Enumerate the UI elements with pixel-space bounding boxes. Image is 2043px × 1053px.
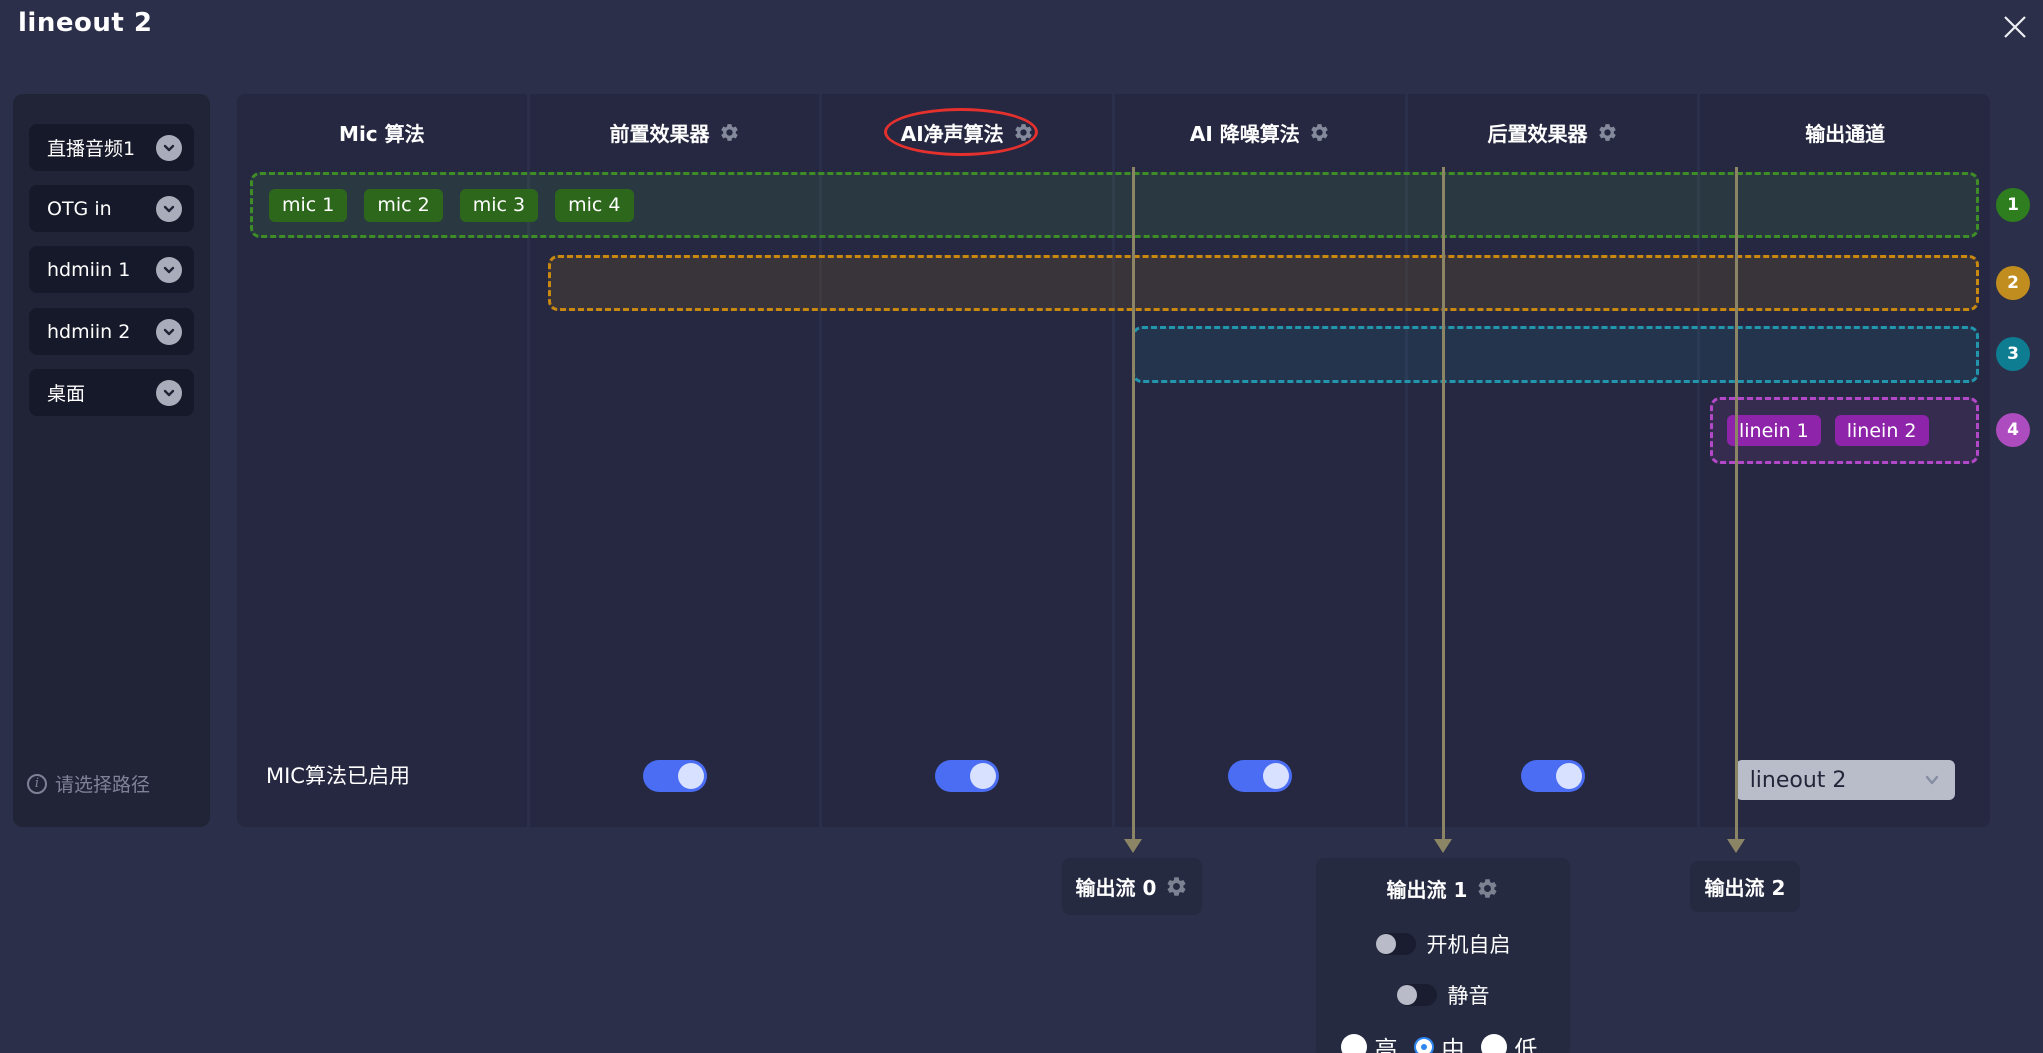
settings-gear-icon[interactable]	[1597, 122, 1618, 143]
close-icon	[2004, 16, 2026, 38]
column-title: AI 降噪算法	[1189, 122, 1300, 146]
column-header: 输出通道	[1700, 118, 1990, 147]
level-low-label: 低	[1514, 1037, 1538, 1053]
sidebar-item-label: hdmiin 2	[47, 320, 131, 343]
mic-algorithm-status: MIC算法已启用	[266, 764, 410, 788]
toggle-knob	[1555, 763, 1582, 789]
sidebar-item-label: 直播音频1	[47, 138, 136, 160]
route-row-1: mic 1 mic 2 mic 3 mic 4	[250, 172, 1979, 238]
chevron-down-icon	[156, 195, 182, 222]
settings-gear-icon[interactable]	[1309, 122, 1330, 143]
stream-1-arrow-icon	[1434, 839, 1452, 853]
chevron-down-icon	[156, 134, 182, 161]
close-button[interactable]	[1996, 8, 2034, 46]
settings-gear-icon[interactable]	[1013, 122, 1034, 143]
stream-0-flow-line	[1132, 167, 1135, 845]
stream-1-flow-line	[1442, 167, 1445, 845]
channel-chip[interactable]: mic 2	[364, 188, 443, 222]
route-row-3	[1132, 326, 1979, 383]
sidebar-item-hdmiin-2[interactable]: hdmiin 2	[29, 308, 194, 355]
sidebar-item-desktop[interactable]: 桌面	[29, 369, 194, 416]
select-path-hint: i 请选择路径	[27, 770, 150, 797]
settings-gear-icon[interactable]	[1165, 875, 1188, 898]
column-title: 后置效果器	[1487, 122, 1588, 146]
column-header: 前置效果器	[530, 118, 820, 147]
sidebar-item-label: 桌面	[47, 383, 86, 405]
autostart-toggle[interactable]	[1375, 933, 1416, 955]
stream-2-flow-line	[1735, 167, 1738, 845]
level-high-radio[interactable]	[1340, 1034, 1367, 1053]
column-header: AI 降噪算法	[1115, 118, 1405, 147]
channel-chip[interactable]: mic 1	[269, 188, 348, 222]
output-stream-1-header: 输出流 1	[1316, 874, 1570, 903]
column-title: AI净声算法	[900, 122, 1004, 146]
level-low-radio[interactable]	[1480, 1034, 1507, 1053]
chevron-down-icon	[1925, 775, 1938, 785]
column-title: 前置效果器	[609, 122, 710, 146]
output-channel-value: lineout 2	[1749, 767, 1847, 793]
ai-voice-clean-toggle[interactable]	[935, 760, 1000, 792]
route-badge-2: 2	[1996, 266, 2030, 300]
route-badge-4: 4	[1996, 413, 2030, 447]
sidebar-item-live-audio-1[interactable]: 直播音频1	[29, 124, 194, 171]
route-row-2	[548, 255, 1979, 311]
sidebar-item-label: hdmiin 1	[47, 258, 131, 281]
chevron-down-icon	[156, 379, 182, 406]
sidebar-item-hdmiin-1[interactable]: hdmiin 1	[29, 246, 194, 293]
channel-chip[interactable]: mic 4	[555, 188, 634, 222]
post-effects-toggle[interactable]	[1520, 760, 1585, 792]
level-medium-label: 中	[1441, 1037, 1465, 1053]
route-row-4: linein 1 linein 2	[1710, 397, 1979, 464]
toggle-knob	[677, 763, 704, 789]
chevron-down-icon	[156, 318, 182, 345]
column-header: AI净声算法	[822, 118, 1112, 147]
toggle-knob	[970, 763, 997, 789]
column-header: Mic 算法	[237, 118, 527, 147]
autostart-label: 开机自启	[1426, 933, 1511, 957]
output-stream-2-card: 输出流 2	[1690, 861, 1800, 912]
route-badge-3: 3	[1996, 337, 2030, 371]
output-stream-0-label: 输出流 0	[1075, 876, 1157, 900]
page-title: lineout 2	[18, 8, 153, 38]
mute-toggle[interactable]	[1396, 984, 1437, 1006]
source-sidebar: 直播音频1 OTG in hdmiin 1 hdmiin 2 桌面 i 请选择路…	[13, 94, 210, 827]
ai-denoise-toggle[interactable]	[1227, 760, 1292, 792]
channel-chip[interactable]: linein 1	[1727, 415, 1821, 446]
output-channel-select[interactable]: lineout 2	[1735, 760, 1955, 800]
column-header: 后置效果器	[1408, 118, 1698, 147]
level-high-label: 高	[1374, 1037, 1398, 1053]
chevron-down-icon	[156, 256, 182, 283]
sidebar-item-label: OTG in	[47, 197, 112, 220]
settings-gear-icon[interactable]	[719, 122, 740, 143]
level-medium-radio[interactable]	[1415, 1039, 1432, 1053]
pre-effects-toggle[interactable]	[642, 760, 707, 792]
stream-2-arrow-icon	[1727, 839, 1745, 853]
output-stream-0-card: 输出流 0	[1062, 858, 1202, 915]
output-stream-1-panel: 输出流 1 开机自启 静音 高 中 低	[1316, 858, 1570, 1053]
toggle-knob	[1396, 985, 1417, 1005]
toggle-knob	[1262, 763, 1289, 789]
column-title: 输出通道	[1805, 122, 1886, 146]
hint-text: 请选择路径	[55, 774, 151, 796]
output-stream-1-label: 输出流 1	[1386, 878, 1468, 902]
channel-chip[interactable]: linein 2	[1834, 415, 1929, 446]
stream-0-arrow-icon	[1124, 839, 1142, 853]
route-badge-1: 1	[1996, 188, 2030, 222]
column-title: Mic 算法	[339, 122, 425, 146]
info-icon: i	[27, 773, 47, 794]
mute-label: 静音	[1447, 984, 1490, 1008]
channel-chip[interactable]: mic 3	[459, 188, 539, 222]
toggle-knob	[1375, 934, 1396, 954]
output-stream-2-label: 输出流 2	[1704, 876, 1786, 900]
settings-gear-icon[interactable]	[1476, 877, 1499, 900]
sidebar-item-otg-in[interactable]: OTG in	[29, 185, 194, 232]
